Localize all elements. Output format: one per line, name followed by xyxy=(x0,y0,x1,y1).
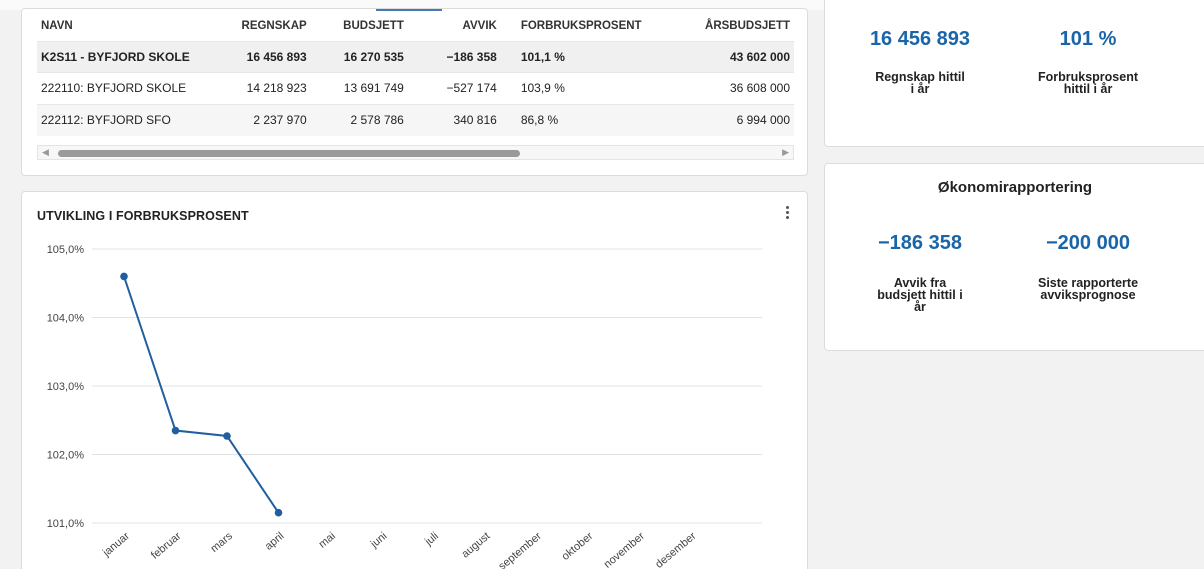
x-tick-label: juni xyxy=(368,530,390,551)
col-header-budsjett[interactable]: BUDSJETT xyxy=(311,12,408,41)
kpi-avvik-label: Avvik fra budsjett hittil i år xyxy=(877,276,963,314)
x-tick-label: oktober xyxy=(560,530,596,563)
cell-arsbudsjett: 43 602 000 xyxy=(645,41,794,73)
x-tick-label: mai xyxy=(317,530,338,551)
cell-navn: K2S11 - BYFJORD SKOLE xyxy=(37,41,217,73)
x-tick-label: februar xyxy=(149,530,184,562)
col-header-avvik[interactable]: AVVIK xyxy=(408,12,501,41)
kpi-card-regnskap: 16 456 893 101 % Regnskap hittil i år Fo… xyxy=(824,0,1204,147)
table-row[interactable]: 222110: BYFJORD SKOLE 14 218 923 13 691 … xyxy=(37,72,794,105)
cell-regnskap: 2 237 970 xyxy=(216,104,311,136)
horizontal-scrollbar[interactable]: ◀ ▶ xyxy=(37,145,794,160)
series-line xyxy=(123,276,280,514)
cell-regnskap: 16 456 893 xyxy=(216,41,311,73)
cell-navn: 222112: BYFJORD SFO xyxy=(37,104,217,136)
y-tick-label: 104,0% xyxy=(47,313,85,325)
x-tick-label: november xyxy=(602,530,647,569)
data-point[interactable] xyxy=(120,272,128,281)
y-tick-label: 105,0% xyxy=(47,244,85,256)
cell-budsjett: 16 270 535 xyxy=(310,41,408,73)
cell-arsbudsjett: 6 994 000 xyxy=(645,104,794,136)
x-tick-label: april xyxy=(263,530,287,553)
table-row-total[interactable]: K2S11 - BYFJORD SKOLE 16 456 893 16 270 … xyxy=(37,41,794,73)
scroll-thumb[interactable] xyxy=(58,150,520,157)
tab-indicator xyxy=(376,9,442,11)
x-tick-label: september xyxy=(496,530,544,569)
kpi-prognose-value: −200 000 xyxy=(1046,232,1130,254)
cell-budsjett: 2 578 786 xyxy=(310,104,408,136)
kpi-avvik-value: −186 358 xyxy=(878,232,962,254)
x-tick-label: januar xyxy=(100,530,132,560)
data-point[interactable] xyxy=(171,426,180,435)
col-header-navn[interactable]: NAVN xyxy=(37,12,216,41)
budget-table: NAVN REGNSKAP BUDSJETT AVVIK FORBRUKSPRO… xyxy=(37,12,794,136)
cell-regnskap: 14 218 923 xyxy=(246,81,307,96)
col-header-arsbudsjett[interactable]: ÅRSBUDSJETT xyxy=(646,12,794,41)
kpi-prognose-label: Siste rapporterte avviksprognose xyxy=(1037,276,1139,302)
cell-arsbudsjett: 36 608 000 xyxy=(729,81,790,96)
cell-avvik: 340 816 xyxy=(407,104,501,136)
cell-forbruk: 101,1 % xyxy=(500,41,646,73)
kpi-forbruk-label: Forbruksprosent hittil i år xyxy=(1037,70,1138,96)
cell-navn: 222110: BYFJORD SKOLE xyxy=(41,81,187,96)
col-header-regnskap[interactable]: REGNSKAP xyxy=(216,12,310,41)
x-tick-label: mars xyxy=(208,530,235,555)
kpi-regnskap-label: Regnskap hittil i år xyxy=(875,70,965,96)
col-header-forbruksprosent[interactable]: FORBRUKSPROSENT xyxy=(501,12,646,41)
kpi-forbruk-value: 101 % xyxy=(1059,28,1117,50)
cell-avvik: −527 174 xyxy=(446,81,497,96)
x-tick-label: juli xyxy=(422,530,441,548)
y-tick-label: 102,0% xyxy=(47,450,85,462)
chart-card: UTVIKLING I FORBRUKSPROSENT 101,0% 102,0%… xyxy=(21,191,808,569)
line-chart: 101,0% 102,0% 103,0% 104,0% 105,0% januar febr… xyxy=(47,244,762,569)
cell-budsjett: 13 691 749 xyxy=(343,81,404,96)
y-tick-label: 103,0% xyxy=(47,381,85,393)
table-row[interactable]: 222112: BYFJORD SFO 2 237 970 2 578 786 … xyxy=(37,104,794,136)
x-tick-label: desember xyxy=(653,530,698,569)
x-tick-label: august xyxy=(459,530,492,560)
kpi-regnskap-value: 16 456 893 xyxy=(869,28,971,50)
scroll-left-arrow-icon[interactable]: ◀ xyxy=(42,147,49,158)
kpi-card-okonomirapportering: Økonomirapportering −186 358 −200 000 Av… xyxy=(824,163,1204,351)
cell-forbruk: 103,9 % xyxy=(520,81,565,96)
data-point[interactable] xyxy=(223,432,231,440)
data-point[interactable] xyxy=(274,508,283,517)
kpi-report-title: Økonomirapportering xyxy=(937,179,1093,196)
budget-table-card: NAVN REGNSKAP BUDSJETT AVVIK FORBRUKSPRO… xyxy=(21,8,808,176)
cell-forbruk: 86,8 % xyxy=(500,104,646,136)
y-tick-label: 101,0% xyxy=(47,518,85,530)
cell-avvik: −186 358 xyxy=(407,41,501,73)
scroll-right-arrow-icon[interactable]: ▶ xyxy=(782,147,789,158)
